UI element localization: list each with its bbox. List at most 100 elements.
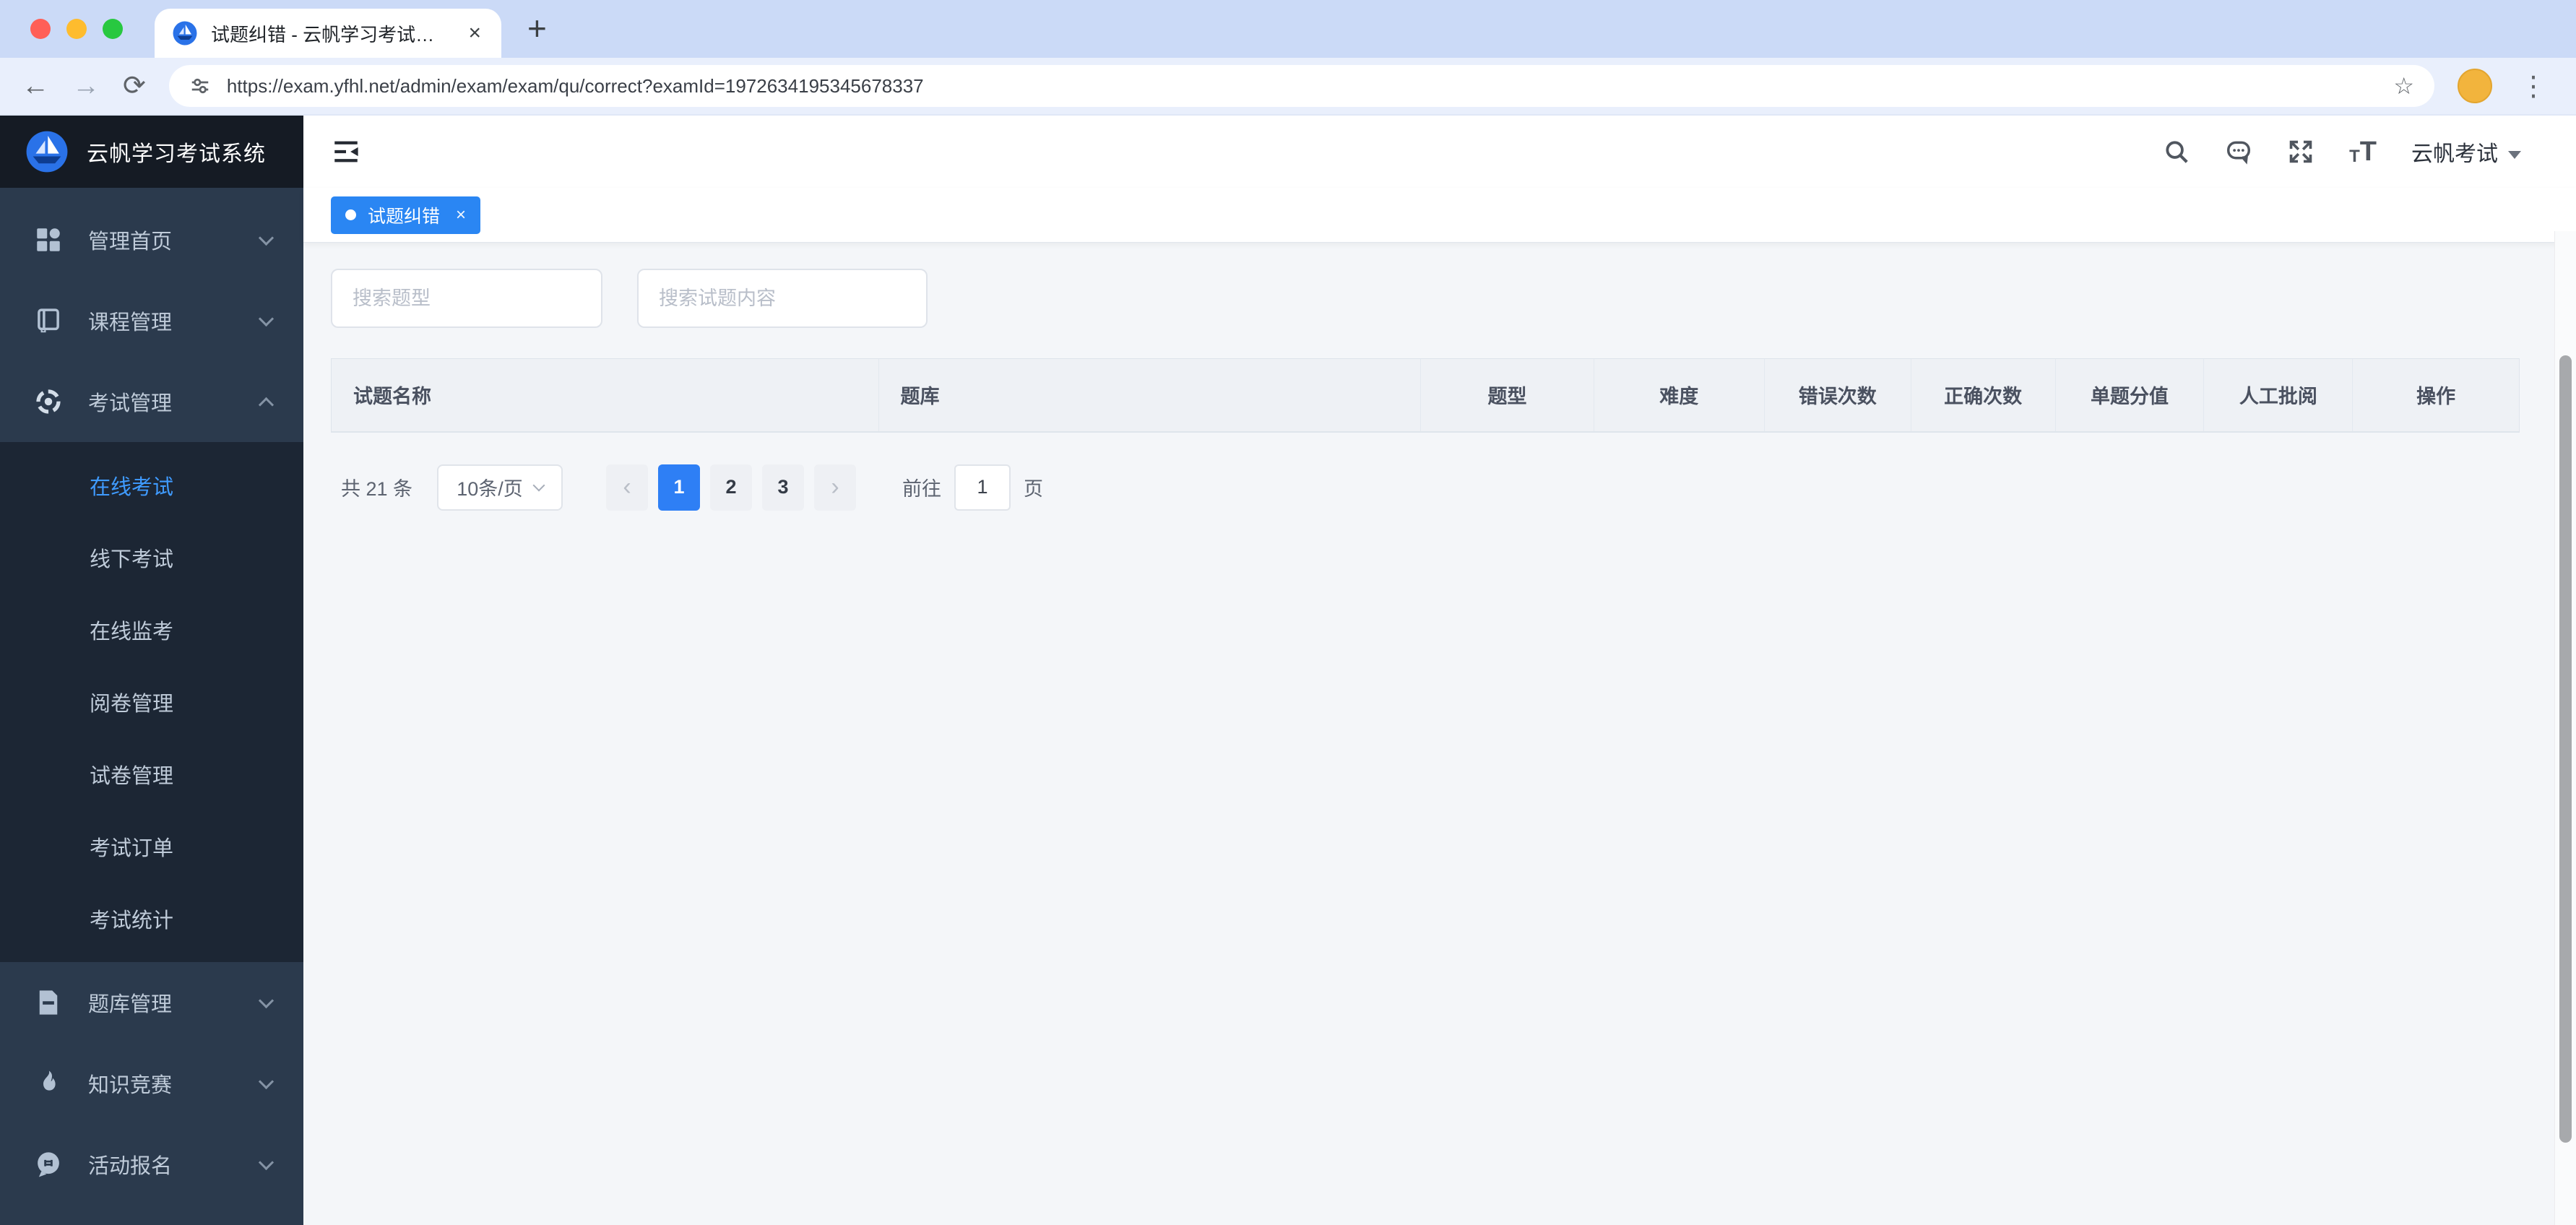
- questions-table: 试题名称 题库 题型 难度 错误次数 正确次数 单题分值 人工批阅 操作: [331, 358, 2520, 433]
- chevron-down-icon: [258, 311, 275, 326]
- bookmark-star-icon[interactable]: ☆: [2393, 72, 2414, 100]
- sidebar-item-courses[interactable]: 课程管理: [0, 280, 303, 361]
- col-score: 单题分值: [2055, 359, 2205, 432]
- col-difficulty: 难度: [1594, 359, 1765, 432]
- chevron-down-icon: [258, 992, 275, 1008]
- window-zoom-button[interactable]: [103, 19, 123, 39]
- page-button-3[interactable]: 3: [762, 464, 805, 511]
- col-right-count: 正确次数: [1911, 359, 2056, 432]
- exam-submenu: 在线考试 线下考试 在线监考 阅卷管理 试卷管理 考试订单 考试统计: [0, 442, 303, 962]
- prev-page-button[interactable]: ‹: [606, 464, 649, 511]
- fullscreen-icon[interactable]: [2287, 138, 2314, 165]
- sidebar-subitem[interactable]: 在线考试: [0, 449, 303, 521]
- page-content: 试题名称 题库 题型 难度 错误次数 正确次数 单题分值 人工批阅 操作: [303, 243, 2576, 1225]
- goto-label: 前往: [902, 478, 942, 500]
- search-icon[interactable]: [2163, 138, 2190, 165]
- browser-tab[interactable]: 试题纠错 - 云帆学习考试系统 ×: [155, 9, 501, 58]
- font-size-icon[interactable]: TT: [2349, 138, 2377, 165]
- browser-toolbar: ← → ⟳ https://exam.yfhl.net/admin/exam/e…: [0, 58, 2576, 116]
- new-tab-button[interactable]: +: [527, 12, 547, 45]
- forward-icon[interactable]: →: [72, 72, 100, 100]
- tags-bar: 试题纠错 ×: [303, 188, 2576, 243]
- table-header-row: 试题名称 题库 题型 难度 错误次数 正确次数 单题分值 人工批阅 操作: [332, 359, 2519, 432]
- goto-page-input[interactable]: [954, 464, 1011, 511]
- window-minimize-button[interactable]: [66, 19, 87, 39]
- app-frame: 云帆学习考试系统 管理首页 课程管理 考试管理 在线考试 线下考试 在线监考 阅…: [0, 116, 2576, 1225]
- next-page-button[interactable]: ›: [814, 464, 857, 511]
- url-text[interactable]: https://exam.yfhl.net/admin/exam/exam/qu…: [227, 75, 924, 98]
- sidebar-subitem[interactable]: 阅卷管理: [0, 666, 303, 738]
- tag-label: 试题纠错: [368, 206, 441, 227]
- sidebar-subitem[interactable]: 考试统计: [0, 883, 303, 955]
- sidebar-item-survey[interactable]: 问卷调查: [0, 1205, 303, 1225]
- goto-page: 前往 页: [902, 464, 1043, 511]
- sidebar-item-contest[interactable]: 知识竞赛: [0, 1043, 303, 1124]
- course-book-icon: [38, 308, 59, 333]
- caret-down-icon: [2508, 150, 2521, 159]
- browser-profile-avatar[interactable]: [2458, 69, 2492, 103]
- col-bank: 题库: [878, 359, 1422, 432]
- sidebar-collapse-icon[interactable]: [331, 137, 361, 167]
- page-size-select[interactable]: 10条/页: [437, 464, 563, 511]
- browser-menu-icon[interactable]: ⋮: [2515, 70, 2551, 103]
- sidebar-item-question-bank[interactable]: 题库管理: [0, 962, 303, 1043]
- sidebar-item-label: 管理首页: [88, 230, 173, 254]
- tag-close-icon[interactable]: ×: [451, 205, 466, 225]
- brand-sailboat-logo-icon: [26, 131, 68, 173]
- col-type: 题型: [1420, 359, 1594, 432]
- page-button-1[interactable]: 1: [658, 464, 701, 511]
- chevron-down-icon: [258, 230, 275, 246]
- sidebar-item-activity[interactable]: 活动报名: [0, 1124, 303, 1205]
- search-question-content-input[interactable]: [637, 269, 928, 328]
- tag-question-correction[interactable]: 试题纠错 ×: [331, 196, 481, 234]
- pagination: 共 21 条 10条/页 ‹123› 前往 页: [331, 464, 2520, 511]
- favicon-sailboat-icon: [173, 21, 197, 46]
- app-header: TT 云帆考试: [303, 116, 2576, 188]
- sidebar-item-label: 考试管理: [88, 392, 173, 415]
- window-close-button[interactable]: [30, 19, 51, 39]
- browser-tabstrip: 试题纠错 - 云帆学习考试系统 × +: [0, 0, 2576, 58]
- col-actions: 操作: [2352, 359, 2519, 432]
- chevron-down-icon: [258, 1154, 275, 1170]
- address-bar[interactable]: https://exam.yfhl.net/admin/exam/exam/qu…: [168, 65, 2434, 107]
- page-button-2[interactable]: 2: [710, 464, 753, 511]
- exam-lifering-icon: [36, 389, 61, 414]
- pagination-total: 共 21 条: [341, 478, 413, 500]
- site-settings-icon[interactable]: [189, 75, 211, 97]
- sidebar-item-exams[interactable]: 考试管理: [0, 361, 303, 442]
- search-question-type-input[interactable]: [331, 269, 602, 328]
- sidebar-logo-bar: 云帆学习考试系统: [0, 116, 303, 188]
- scrollbar-thumb[interactable]: [2559, 355, 2572, 1143]
- sidebar-subitem[interactable]: 考试订单: [0, 810, 303, 883]
- user-name: 云帆考试: [2411, 142, 2498, 166]
- sidebar-subitem[interactable]: 线下考试: [0, 521, 303, 594]
- chevron-up-icon: [258, 397, 275, 412]
- header-actions: TT 云帆考试: [2163, 136, 2521, 168]
- chat-hash-icon: [38, 1152, 59, 1177]
- sidebar-subitem[interactable]: 在线监考: [0, 594, 303, 666]
- tab-close-icon[interactable]: ×: [465, 21, 484, 46]
- sidebar-item-label: 课程管理: [88, 311, 173, 334]
- message-icon[interactable]: [2225, 138, 2252, 165]
- tab-title: 试题纠错 - 云帆学习考试系统: [211, 23, 453, 46]
- user-menu[interactable]: 云帆考试: [2411, 136, 2521, 168]
- flame-icon: [43, 1070, 56, 1091]
- sidebar-item-label: 题库管理: [88, 993, 173, 1016]
- main-area: TT 云帆考试 试题纠错 × 搜索题型 搜索试题内容 试题名称 题库 题型 难度…: [303, 116, 2576, 1225]
- sidebar-item-label: 知识竞赛: [88, 1074, 173, 1097]
- col-manual-review: 人工批阅: [2203, 359, 2354, 432]
- reload-icon[interactable]: ⟳: [123, 72, 146, 100]
- chevron-down-icon: [258, 1073, 275, 1089]
- pager: ‹ 1 2 3 ›: [606, 464, 857, 511]
- sidebar-subitem[interactable]: 试卷管理: [0, 738, 303, 810]
- question-bank-document-icon: [39, 990, 58, 1015]
- scrollbar-track[interactable]: [2554, 231, 2576, 1225]
- sidebar-item-dashboard[interactable]: 管理首页: [0, 199, 303, 280]
- goto-suffix: 页: [1024, 478, 1044, 500]
- sidebar-item-label: 活动报名: [88, 1155, 173, 1178]
- back-icon[interactable]: ←: [22, 72, 49, 100]
- col-question-name: 试题名称: [332, 359, 879, 432]
- window-controls[interactable]: [30, 19, 123, 39]
- sidebar: 云帆学习考试系统 管理首页 课程管理 考试管理 在线考试 线下考试 在线监考 阅…: [0, 116, 303, 1225]
- filter-row: [331, 269, 2520, 328]
